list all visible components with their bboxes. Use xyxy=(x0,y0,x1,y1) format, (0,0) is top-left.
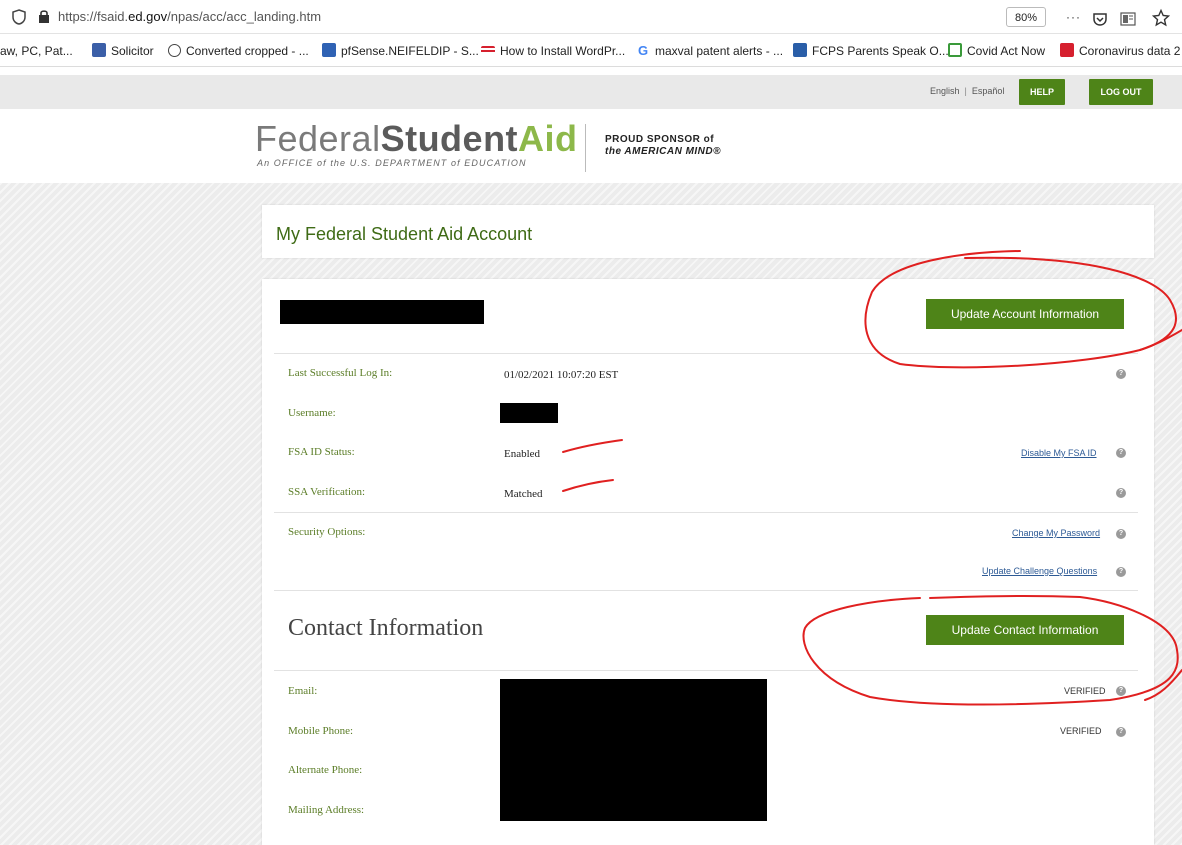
bookmark-item[interactable]: How to Install WordPr... xyxy=(481,42,625,60)
reader-view-icon[interactable] xyxy=(1120,8,1136,30)
bookmark-star-icon[interactable] xyxy=(1152,7,1170,29)
help-button[interactable]: HELP xyxy=(1019,79,1065,105)
mobile-phone-label: Mobile Phone: xyxy=(288,725,354,737)
url-text[interactable]: https://fsaid.ed.gov/npas/acc/acc_landin… xyxy=(58,9,321,24)
bookmarks-toolbar: aw, PC, Pat... Solicitor Converted cropp… xyxy=(0,34,1182,67)
pocket-icon[interactable] xyxy=(1092,8,1108,30)
bookmark-item[interactable]: Covid Act Now xyxy=(948,42,1045,60)
lang-separator: | xyxy=(964,86,967,96)
sponsor-tagline: PROUD SPONSOR of the AMERICAN MIND® xyxy=(605,134,721,157)
account-name-redacted xyxy=(280,300,484,324)
disable-fsa-id-link[interactable]: Disable My FSA ID xyxy=(1021,448,1097,458)
logout-button[interactable]: LOG OUT xyxy=(1089,79,1153,105)
logo-divider xyxy=(585,124,586,172)
update-challenge-questions-link[interactable]: Update Challenge Questions xyxy=(982,566,1097,576)
utility-nav: English | Español HELP LOG OUT xyxy=(0,75,1182,109)
help-icon[interactable]: ? xyxy=(1116,448,1126,458)
last-login-label: Last Successful Log In: xyxy=(288,367,393,379)
fsa-id-status-label: FSA ID Status: xyxy=(288,446,355,458)
bookmark-item[interactable]: Solicitor xyxy=(92,42,154,60)
lock-icon[interactable] xyxy=(38,9,50,24)
update-contact-info-button[interactable]: Update Contact Information xyxy=(926,615,1124,645)
help-icon[interactable]: ? xyxy=(1116,727,1126,737)
ssa-verification-value: Matched xyxy=(504,488,543,500)
globe-icon xyxy=(168,44,181,57)
covid-icon xyxy=(948,43,962,57)
help-icon[interactable]: ? xyxy=(1116,529,1126,539)
bookmark-item[interactable]: Coronavirus data 2 v xyxy=(1060,42,1182,60)
help-icon[interactable]: ? xyxy=(1116,488,1126,498)
contact-values-redacted xyxy=(500,679,767,821)
tracking-shield-icon[interactable] xyxy=(12,9,26,25)
page-actions-menu-icon[interactable]: ··· xyxy=(1066,6,1081,28)
change-password-link[interactable]: Change My Password xyxy=(1012,528,1100,538)
email-label: Email: xyxy=(288,685,318,697)
lang-english-link[interactable]: English xyxy=(930,86,960,96)
last-login-value: 01/02/2021 10:07:20 EST xyxy=(504,369,619,381)
google-icon: G xyxy=(638,43,649,58)
help-icon[interactable]: ? xyxy=(1116,369,1126,379)
ssa-verification-label: SSA Verification: xyxy=(288,486,366,498)
zoom-level[interactable]: 80% xyxy=(1006,7,1046,27)
security-options-label: Security Options: xyxy=(288,526,366,538)
bookmark-item[interactable]: Converted cropped - ... xyxy=(168,42,309,60)
language-switcher: English | Español xyxy=(930,86,1004,96)
username-value-redacted xyxy=(500,403,558,423)
email-verified-badge: VERIFIED xyxy=(1064,686,1106,696)
update-account-info-button[interactable]: Update Account Information xyxy=(926,299,1124,329)
fsa-id-status-value: Enabled xyxy=(504,448,541,460)
contact-info-heading: Contact Information xyxy=(288,615,484,641)
logo-subtitle: An OFFICE of the U.S. DEPARTMENT of EDUC… xyxy=(257,158,527,168)
header-spacer xyxy=(0,67,1182,75)
section-divider xyxy=(274,670,1138,671)
pfsense-icon xyxy=(322,43,336,57)
brand-bar xyxy=(0,109,1182,183)
section-divider xyxy=(274,512,1138,513)
alternate-phone-label: Alternate Phone: xyxy=(288,764,363,776)
bookmark-item[interactable]: pfSense.NEIFELDIP - S... xyxy=(322,42,479,60)
address-bar[interactable]: https://fsaid.ed.gov/npas/acc/acc_landin… xyxy=(0,0,1182,34)
section-divider xyxy=(274,353,1138,354)
stripes-icon xyxy=(481,46,495,54)
coronavirus-icon xyxy=(1060,43,1074,57)
help-icon[interactable]: ? xyxy=(1116,686,1126,696)
bookmark-item[interactable]: Gmaxval patent alerts - ... xyxy=(638,42,783,60)
page-title: My Federal Student Aid Account xyxy=(276,224,533,244)
bookmark-item[interactable]: aw, PC, Pat... xyxy=(0,42,73,60)
home-icon xyxy=(793,43,807,57)
mobile-verified-badge: VERIFIED xyxy=(1060,726,1102,736)
mailing-address-label: Mailing Address: xyxy=(288,804,365,816)
seal-icon xyxy=(92,43,106,57)
username-label: Username: xyxy=(288,407,336,419)
fsa-logo[interactable]: FederalStudentAid xyxy=(255,118,578,160)
help-icon[interactable]: ? xyxy=(1116,567,1126,577)
lang-spanish-link[interactable]: Español xyxy=(972,86,1005,96)
section-divider xyxy=(274,590,1138,591)
bookmark-item[interactable]: FCPS Parents Speak O... xyxy=(793,42,949,60)
